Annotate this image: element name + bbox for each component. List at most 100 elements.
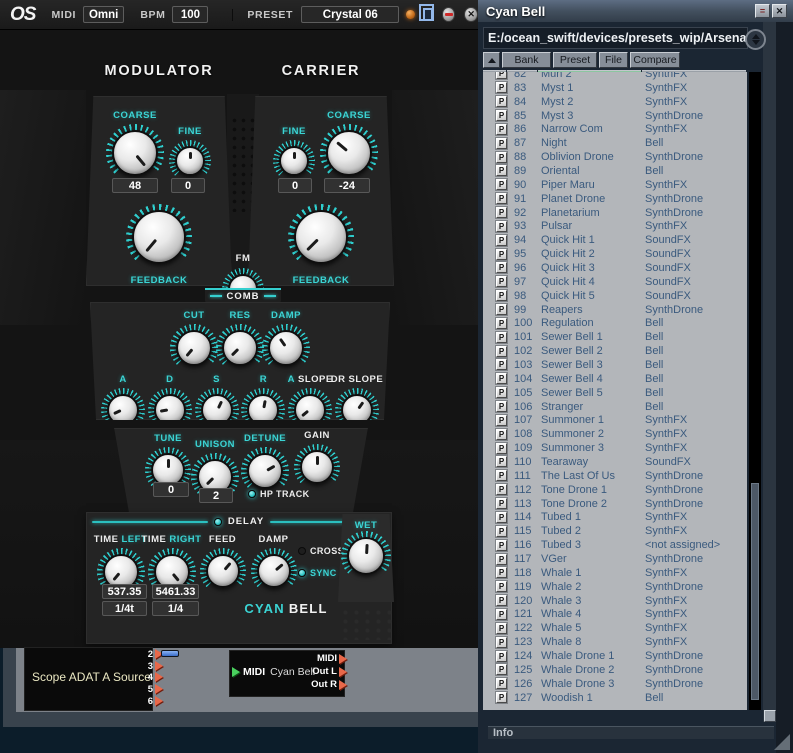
midi-input-port[interactable]: MIDI Cyan Bell <box>232 666 315 678</box>
preset-p-button[interactable]: P <box>496 678 507 689</box>
preset-row[interactable]: P 83 Myst 1 SynthFX <box>483 81 747 95</box>
preset-row[interactable]: P 90 Piper Maru SynthFX <box>483 178 747 192</box>
preset-p-button[interactable]: P <box>496 138 507 149</box>
preset-p-button[interactable]: P <box>496 373 507 384</box>
preset-row[interactable]: P 89 Oriental Bell <box>483 164 747 178</box>
knob[interactable] <box>222 330 258 366</box>
preset-row[interactable]: P 106 Stranger Bell <box>483 400 747 414</box>
browser-titlebar[interactable]: Cyan Bell <box>478 0 793 22</box>
output-port[interactable]: 3 <box>148 661 163 671</box>
preset-p-button[interactable]: P <box>496 637 507 648</box>
knob[interactable] <box>300 450 334 484</box>
preset-row[interactable]: P 95 Quick Hit 2 SoundFX <box>483 247 747 261</box>
preset-p-button[interactable]: P <box>496 318 507 329</box>
knob[interactable] <box>247 394 279 426</box>
knob[interactable] <box>206 554 240 588</box>
preset-p-button[interactable]: P <box>496 110 507 121</box>
preset-p-button[interactable]: P <box>496 470 507 481</box>
preset-row[interactable]: P 86 Narrow Com SynthFX <box>483 122 747 136</box>
knob[interactable] <box>176 330 212 366</box>
preset-p-button[interactable]: P <box>496 124 507 135</box>
output-port[interactable]: MIDI <box>317 653 347 664</box>
mod-feedback-knob[interactable] <box>132 210 186 264</box>
up-level-button[interactable] <box>483 52 500 68</box>
preset-row[interactable]: P 96 Quick Hit 3 SoundFX <box>483 261 747 275</box>
time-left-value[interactable]: 537.35 <box>102 584 147 599</box>
output-port[interactable]: Out R <box>311 679 347 690</box>
preset-p-button[interactable]: P <box>496 567 507 578</box>
browser-close-button[interactable]: ✕ <box>772 4 787 18</box>
preset-p-button[interactable]: P <box>496 82 507 93</box>
tab-file[interactable]: File <box>599 52 628 68</box>
preset-p-button[interactable]: P <box>496 484 507 495</box>
preset-p-button[interactable]: P <box>496 595 507 606</box>
close-button[interactable]: ✕ <box>464 7 478 22</box>
preset-row[interactable]: P 84 Myst 2 SynthFX <box>483 95 747 109</box>
preset-row[interactable]: P 114 Tubed 1 SynthFX <box>483 511 747 525</box>
tab-preset[interactable]: Preset <box>553 52 597 68</box>
preset-row[interactable]: P 93 Pulsar SynthFX <box>483 219 747 233</box>
scrollbar-thumb[interactable] <box>751 483 759 700</box>
scrollbar-corner-button[interactable] <box>764 710 776 722</box>
preset-row[interactable]: P 97 Quick Hit 4 SoundFX <box>483 275 747 289</box>
preset-row[interactable]: P 92 Planetarium SynthDrone <box>483 206 747 220</box>
sync-toggle[interactable]: SYNC <box>298 568 337 578</box>
preset-p-button[interactable]: P <box>496 96 507 107</box>
preset-p-button[interactable]: P <box>496 332 507 343</box>
preset-p-button[interactable]: P <box>496 526 507 537</box>
preset-p-button[interactable]: P <box>496 72 507 79</box>
copy-pages-icon[interactable] <box>423 8 433 21</box>
mod-fine-value[interactable]: 0 <box>171 178 205 193</box>
preset-p-button[interactable]: P <box>496 221 507 232</box>
preset-p-button[interactable]: P <box>496 249 507 260</box>
tab-bank[interactable]: Bank <box>502 52 551 68</box>
scrollbar-track[interactable] <box>749 72 761 710</box>
knob[interactable] <box>257 554 291 588</box>
bpm-field[interactable]: 100 <box>172 6 208 23</box>
preset-row[interactable]: P 115 Tubed 2 SynthFX <box>483 524 747 538</box>
synth-module[interactable]: MIDI Cyan Bell MIDI Out L O <box>230 651 344 696</box>
preset-row[interactable]: P 126 Whale Drone 3 SynthDrone <box>483 677 747 691</box>
tune-value[interactable]: 0 <box>153 482 189 497</box>
knob[interactable] <box>326 130 372 176</box>
preset-select[interactable]: Crystal 06 <box>301 6 399 23</box>
preset-p-button[interactable]: P <box>496 443 507 454</box>
preset-p-button[interactable]: P <box>496 387 507 398</box>
resize-grip-icon[interactable] <box>774 734 790 750</box>
tab-compare[interactable]: Compare <box>630 52 680 68</box>
delay-led-icon[interactable] <box>214 518 222 526</box>
preset-row[interactable]: P 91 Planet Drone SynthDrone <box>483 192 747 206</box>
output-port[interactable]: 6 <box>148 696 163 706</box>
preset-p-button[interactable]: P <box>496 429 507 440</box>
preset-p-button[interactable]: P <box>496 609 507 620</box>
preset-p-button[interactable]: P <box>496 235 507 246</box>
preset-row[interactable]: P 112 Tone Drone 1 SynthDrone <box>483 483 747 497</box>
knob[interactable] <box>341 394 373 426</box>
preset-p-button[interactable]: P <box>496 692 507 703</box>
preset-row[interactable]: P 103 Sewer Bell 3 Bell <box>483 358 747 372</box>
knob[interactable] <box>112 130 158 176</box>
preset-p-button[interactable]: P <box>496 179 507 190</box>
unison-value[interactable]: 2 <box>199 488 233 503</box>
time-right-sync-value[interactable]: 1/4 <box>152 601 199 616</box>
preset-row[interactable]: P 109 Summoner 3 SynthFX <box>483 441 747 455</box>
time-left-sync-value[interactable]: 1/4t <box>102 601 147 616</box>
preset-p-button[interactable]: P <box>496 346 507 357</box>
preset-row[interactable]: P 85 Myst 3 SynthDrone <box>483 109 747 123</box>
preset-p-button[interactable]: P <box>496 651 507 662</box>
preset-row[interactable]: P 108 Summoner 2 SynthFX <box>483 427 747 441</box>
cross-toggle[interactable]: CROSS <box>298 546 344 556</box>
preset-p-button[interactable]: P <box>496 262 507 273</box>
preset-row[interactable]: P 122 Whale 5 SynthFX <box>483 621 747 635</box>
preset-row[interactable]: P 110 Tearaway SoundFX <box>483 455 747 469</box>
time-right-value[interactable]: 5461.33 <box>152 584 199 599</box>
knob[interactable] <box>268 330 304 366</box>
preset-p-button[interactable]: P <box>496 540 507 551</box>
wet-knob[interactable] <box>347 537 385 575</box>
preset-row[interactable]: P 123 Whale 8 SynthFX <box>483 635 747 649</box>
preset-row[interactable]: P 113 Tone Drone 2 SynthDrone <box>483 497 747 511</box>
preset-row[interactable]: P 87 Night Bell <box>483 136 747 150</box>
preset-row[interactable]: P 104 Sewer Bell 4 Bell <box>483 372 747 386</box>
preset-p-button[interactable]: P <box>496 193 507 204</box>
knob[interactable] <box>247 453 283 489</box>
